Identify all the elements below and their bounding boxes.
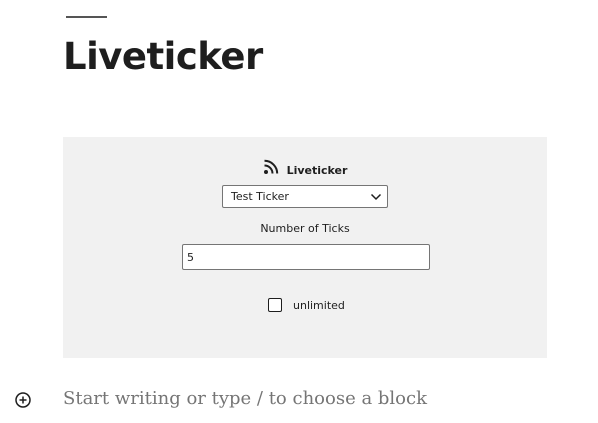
title-separator [66, 16, 107, 18]
number-of-ticks-input[interactable] [182, 244, 430, 270]
chevron-down-icon [370, 193, 382, 201]
number-of-ticks-label: Number of Ticks [260, 222, 350, 235]
circle-plus-icon[interactable] [14, 391, 32, 409]
block-title: Liveticker [286, 164, 348, 177]
block-header: Liveticker [63, 159, 547, 179]
ticker-select[interactable]: Test Ticker [222, 185, 388, 208]
rss-icon [263, 159, 278, 174]
page-title[interactable]: Liveticker [63, 34, 263, 80]
ticker-select-value: Test Ticker [231, 190, 289, 203]
block-placeholder[interactable]: Start writing or type / to choose a bloc… [63, 386, 427, 412]
unlimited-label: unlimited [293, 298, 345, 312]
unlimited-checkbox[interactable] [268, 298, 282, 312]
unlimited-option[interactable]: unlimited [268, 297, 345, 313]
liveticker-block[interactable]: Liveticker Test Ticker Number of Ticks u… [63, 137, 547, 358]
